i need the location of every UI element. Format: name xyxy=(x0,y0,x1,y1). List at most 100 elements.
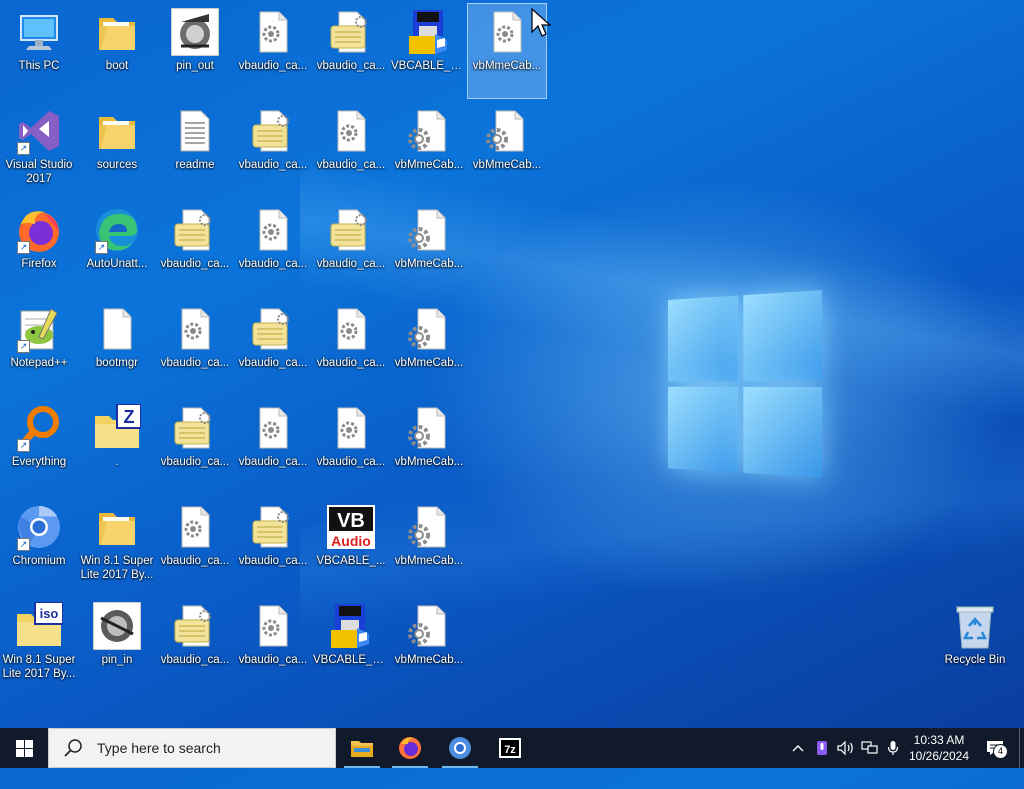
desktop-icon[interactable]: vbMmeCab... xyxy=(390,103,468,197)
desktop-icon[interactable]: vbaudio_ca... xyxy=(312,103,390,197)
desktop-icon[interactable]: This PC xyxy=(0,4,78,98)
desktop-icon[interactable]: vbaudio_ca... xyxy=(156,202,234,296)
desktop-icon[interactable]: vbaudio_ca... xyxy=(312,4,390,98)
desktop-icon-label: Notepad++ xyxy=(10,357,68,369)
desktop-icon-label: boot xyxy=(105,60,129,72)
clock-time: 10:33 AM xyxy=(913,733,965,747)
blank-file-icon xyxy=(93,305,141,353)
desktop-icon[interactable]: pin_in xyxy=(78,598,156,692)
taskbar-file-explorer[interactable] xyxy=(338,728,386,768)
desktop-icon-label: vbMmeCab... xyxy=(472,60,542,72)
network-icon[interactable] xyxy=(859,728,881,768)
desktop-icon[interactable]: vbaudio_ca... xyxy=(234,103,312,197)
mouse-cursor-icon xyxy=(531,8,551,37)
gear-file-icon xyxy=(483,107,531,155)
chromium-icon xyxy=(449,737,471,759)
desktop-icon[interactable]: vbaudio_ca... xyxy=(156,400,234,494)
pin-out-app-icon xyxy=(170,7,220,57)
shortcut-arrow-icon: ↗ xyxy=(17,142,30,155)
desktop-icon-label: Win 8.1 Super Lite 2017 By... xyxy=(80,555,154,581)
desktop-icon[interactable]: vbMmeCab... xyxy=(390,400,468,494)
desktop-icon[interactable]: VB Audio VBCABLE_... xyxy=(312,499,390,593)
desktop-icon[interactable]: ↗ Everything xyxy=(0,400,78,494)
desktop-icon[interactable]: VBCABLE_S... xyxy=(390,4,468,98)
desktop-icon-label: pin_out xyxy=(176,60,214,72)
folder-icon xyxy=(93,8,141,56)
microphone-icon[interactable] xyxy=(882,728,904,768)
setup-info-file-icon xyxy=(171,602,219,650)
desktop-icon[interactable]: vbaudio_ca... xyxy=(234,301,312,395)
desktop-icon-label: vbMmeCab... xyxy=(472,159,542,171)
gear-file-icon xyxy=(405,404,453,452)
desktop-icon[interactable]: pin_out xyxy=(156,4,234,98)
shortcut-arrow-icon: ↗ xyxy=(17,340,30,353)
desktop-icon-label: vbaudio_ca... xyxy=(316,159,386,171)
desktop-icon-label: VBCABLE_S... xyxy=(391,60,467,72)
desktop-icon[interactable]: Recycle Bin xyxy=(936,598,1014,692)
setup-info-file-icon xyxy=(171,404,219,452)
show-desktop-button[interactable] xyxy=(1019,728,1024,768)
desktop-icon[interactable]: vbMmeCab... xyxy=(390,301,468,395)
iso-file-icon: iso xyxy=(15,601,64,650)
taskbar-firefox[interactable] xyxy=(386,728,434,768)
desktop-icon[interactable]: vbMmeCab... xyxy=(468,103,546,197)
desktop-icon[interactable]: boot xyxy=(78,4,156,98)
desktop-icon-label: vbMmeCab... xyxy=(394,654,464,666)
desktop-icon[interactable]: vbaudio_ca... xyxy=(156,499,234,593)
windows-logo-wallpaper xyxy=(668,290,824,480)
notepad-plus-plus-icon: ↗ xyxy=(15,305,63,353)
desktop-icon-label: Win 8.1 Super Lite 2017 By... xyxy=(2,654,76,680)
desktop-icon[interactable]: Z. xyxy=(78,400,156,494)
action-center-button[interactable]: 4 xyxy=(980,728,1010,768)
desktop-icon[interactable]: ↗ Firefox xyxy=(0,202,78,296)
7zip-icon: 7z xyxy=(499,738,521,758)
desktop-icon-label: vbMmeCab... xyxy=(394,555,464,567)
desktop-icon-label: Visual Studio 2017 xyxy=(5,159,73,185)
start-button[interactable] xyxy=(0,728,48,768)
desktop-icon[interactable]: Win 8.1 Super Lite 2017 By... xyxy=(78,499,156,593)
desktop-icon[interactable]: vbaudio_ca... xyxy=(234,400,312,494)
desktop-icon[interactable]: sources xyxy=(78,103,156,197)
desktop-icon[interactable]: ↗ Notepad++ xyxy=(0,301,78,395)
volume-icon[interactable] xyxy=(835,728,857,768)
taskbar-clock[interactable]: 10:33 AM 10/26/2024 xyxy=(904,732,974,764)
desktop-icon[interactable]: vbaudio_ca... xyxy=(234,4,312,98)
desktop-icon-label: vbaudio_ca... xyxy=(238,159,308,171)
taskbar-search-box[interactable]: Type here to search xyxy=(48,728,336,768)
svg-text:Audio: Audio xyxy=(331,533,371,549)
desktop-icon[interactable]: vbaudio_ca... xyxy=(312,301,390,395)
desktop-icon[interactable]: vbaudio_ca... xyxy=(234,598,312,692)
desktop-icon[interactable]: vbaudio_ca... xyxy=(312,400,390,494)
desktop-icon[interactable]: ↗ Chromium xyxy=(0,499,78,593)
gear-file-icon xyxy=(405,206,453,254)
desktop-icon[interactable]: vbaudio_ca... xyxy=(156,301,234,395)
desktop-icon[interactable]: iso Win 8.1 Super Lite 2017 By... xyxy=(0,598,78,692)
everything-search-icon: ↗ xyxy=(15,404,63,452)
svg-text:iso: iso xyxy=(40,606,59,621)
gear-file-icon xyxy=(405,602,453,650)
desktop-icon[interactable]: vbMmeCab... xyxy=(390,202,468,296)
taskbar-7zip[interactable]: 7z xyxy=(486,728,534,768)
desktop-icon-label: vbaudio_ca... xyxy=(238,258,308,270)
desktop-icon[interactable]: vbaudio_ca... xyxy=(156,598,234,692)
desktop-icon[interactable]: VBCABLE_S... xyxy=(312,598,390,692)
desktop-icon[interactable]: vbaudio_ca... xyxy=(234,202,312,296)
desktop-icon[interactable]: vbaudio_ca... xyxy=(312,202,390,296)
zip-folder-icon: Z xyxy=(93,403,142,452)
desktop-icon-label: vbaudio_ca... xyxy=(238,654,308,666)
microphone-in-use-icon[interactable] xyxy=(811,728,833,768)
desktop-icon[interactable]: readme xyxy=(156,103,234,197)
taskbar-chromium[interactable] xyxy=(436,728,484,768)
gear-file-icon xyxy=(405,107,453,155)
desktop-icon[interactable]: ↗ AutoUnatt... xyxy=(78,202,156,296)
desktop-icon[interactable]: ↗ Visual Studio 2017 xyxy=(0,103,78,197)
shortcut-arrow-icon: ↗ xyxy=(17,538,30,551)
desktop-icon[interactable]: vbaudio_ca... xyxy=(234,499,312,593)
desktop-icon[interactable]: bootmgr xyxy=(78,301,156,395)
desktop-icon[interactable]: vbMmeCab... xyxy=(390,499,468,593)
setup-info-file-icon xyxy=(171,206,219,254)
gear-file-icon xyxy=(405,305,453,353)
desktop-icon[interactable]: vbMmeCab... xyxy=(390,598,468,692)
chromium-icon: ↗ xyxy=(15,503,63,551)
show-hidden-icons-chevron-up-icon[interactable] xyxy=(787,728,809,768)
